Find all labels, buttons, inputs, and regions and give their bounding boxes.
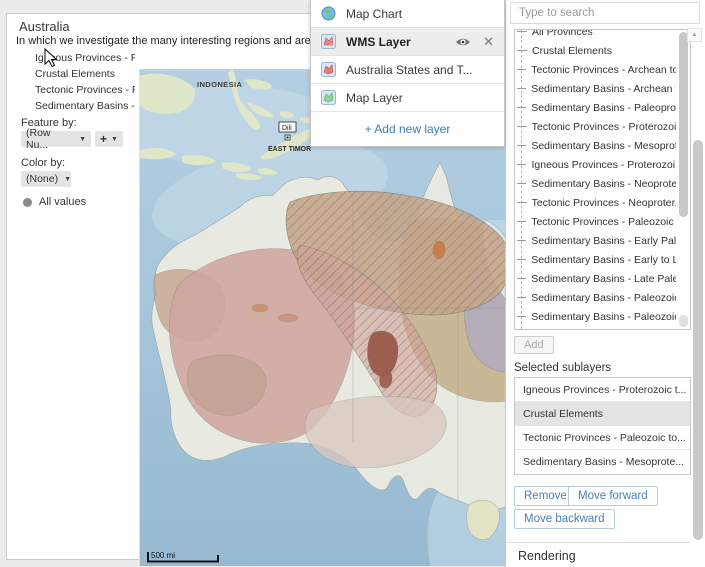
sublayer-tree-item[interactable]: Sedimentary Basins - Neoprote... <box>515 174 676 193</box>
layer-item-map-layer[interactable]: Map Layer <box>311 84 504 112</box>
application-window: Australia In which we investigate the ma… <box>0 0 705 567</box>
sublayer-tree-box: All Provinces Crustal Elements Tectonic … <box>514 29 691 330</box>
wms-settings-panel: All Provinces Crustal Elements Tectonic … <box>505 0 705 567</box>
color-swatch <box>23 198 32 207</box>
tree-tick <box>517 259 526 260</box>
selected-sublayers-label: Selected sublayers <box>514 362 611 374</box>
tree-tick <box>517 107 526 108</box>
sublayer-tree-item[interactable]: Crustal Elements <box>515 41 676 60</box>
scale-label: 500 mi <box>151 551 175 560</box>
sublayer-tree-item[interactable]: All Provinces <box>515 29 676 41</box>
add-new-layer-link[interactable]: + Add new layer <box>365 122 451 136</box>
rendering-section-header: Rendering <box>518 549 576 563</box>
chevron-down-icon: ▼ <box>58 176 71 183</box>
tree-scrollbar-end[interactable] <box>679 315 688 327</box>
tree-tick <box>517 88 526 89</box>
feature-by-dropdown[interactable]: (Row Nu... ▼ <box>21 131 91 147</box>
color-by-dropdown[interactable]: (None) ▼ <box>21 171 71 187</box>
search-input[interactable] <box>510 2 700 24</box>
selected-sublayer-item[interactable]: Sedimentary Basins - Mesoprote... <box>515 450 690 474</box>
panel-scrollbar-thumb[interactable] <box>693 140 703 540</box>
tree-tick <box>517 164 526 165</box>
sublayer-tree-item[interactable]: Tectonic Provinces - Neoproter... <box>515 193 676 212</box>
selected-sublayer-item[interactable]: Igneous Provinces - Proterozoic t... <box>515 378 690 402</box>
sublayer-tree-item[interactable]: Sedimentary Basins - Paleozoic... <box>515 307 676 326</box>
tree-tick <box>517 145 526 146</box>
tree-tick <box>517 316 526 317</box>
plus-icon: + <box>100 132 107 146</box>
sublayer-tree-item[interactable]: Tectonic Provinces - Proterozoic <box>515 117 676 136</box>
chevron-down-icon: ▼ <box>73 136 86 143</box>
globe-icon <box>321 6 336 21</box>
sublayer-tree-item[interactable]: Igneous Provinces - Proterozoi... <box>515 155 676 174</box>
sublayer-tree-item[interactable]: Sedimentary Basins - Early Pal... <box>515 231 676 250</box>
selected-sublayer-item[interactable]: Tectonic Provinces - Paleozoic to... <box>515 426 690 450</box>
wms-layer-icon <box>321 34 336 49</box>
visibility-eye-icon[interactable] <box>455 37 471 47</box>
color-legend-all-values: All values <box>23 196 86 208</box>
section-divider <box>506 542 690 543</box>
legend-item: Tectonic Provinces - Paleoz <box>35 82 135 98</box>
map-layer-icon <box>321 90 336 105</box>
move-backward-button[interactable]: Move backward <box>514 509 615 529</box>
mouse-cursor <box>44 48 58 73</box>
feature-layer-icon <box>321 62 336 77</box>
tree-tick <box>517 31 527 32</box>
sublayer-tree-item[interactable]: Tectonic Provinces - Paleozoic t... <box>515 212 676 231</box>
sublayer-tree-item[interactable]: Sedimentary Basins - Paleoprot... <box>515 98 676 117</box>
popup-footer: + Add new layer <box>311 112 504 145</box>
panel-scrollbar-up-arrow[interactable]: ▲ <box>687 28 702 42</box>
page-title: Australia <box>19 19 70 34</box>
add-axis-button[interactable]: + ▼ <box>95 131 123 147</box>
sublayer-tree-item[interactable]: Sedimentary Basins - Early to L... <box>515 250 676 269</box>
tree-tick <box>517 221 526 222</box>
tree-tick <box>517 240 526 241</box>
sublayer-tree-item[interactable]: Sedimentary Basins - Paleozoic... <box>515 288 676 307</box>
tree-scrollbar-thumb[interactable] <box>679 32 688 217</box>
chevron-down-icon: ▼ <box>107 136 118 143</box>
move-forward-button[interactable]: Move forward <box>568 486 658 506</box>
tree-tick <box>517 278 526 279</box>
selected-sublayer-item[interactable]: Crustal Elements <box>515 402 690 426</box>
add-button[interactable]: Add <box>514 336 554 354</box>
indonesia-label: INDONESIA <box>197 80 242 89</box>
sublayer-tree-item[interactable]: Sedimentary Basins - Late Pale... <box>515 269 676 288</box>
tree-tick <box>517 202 527 203</box>
legend-item: Sedimentary Basins - Meso <box>35 98 135 114</box>
tree-tick <box>517 50 527 51</box>
layer-item-australia-states[interactable]: Australia States and T... <box>311 56 504 84</box>
layers-popup: Map Chart WMS Layer ✕ <box>310 0 505 147</box>
east-timor-label: EAST TIMOR <box>268 146 311 153</box>
sublayer-tree-item[interactable]: Sedimentary Basins - Archean t... <box>515 79 676 98</box>
tree-tick <box>517 126 527 127</box>
visualization-description: In which we investigate the many interes… <box>16 35 312 47</box>
tree-tick <box>517 297 526 298</box>
dili-label: Dili <box>282 125 292 132</box>
close-icon[interactable]: ✕ <box>483 35 494 48</box>
sublayer-tree-item[interactable]: Sedimentary Basins - Mesoprot... <box>515 136 676 155</box>
selected-sublayers-list: Igneous Provinces - Proterozoic t... Cru… <box>514 377 691 475</box>
sublayer-tree-item[interactable]: Tectonic Provinces - Archean to... <box>515 60 676 79</box>
layer-item-wms-layer[interactable]: WMS Layer ✕ <box>311 28 504 56</box>
layer-item-map-chart[interactable]: Map Chart <box>311 0 504 28</box>
tree-tick <box>517 69 526 70</box>
color-by-label: Color by: <box>21 157 65 169</box>
tree-tick <box>517 183 526 184</box>
sublayer-tree: All Provinces Crustal Elements Tectonic … <box>515 29 676 326</box>
